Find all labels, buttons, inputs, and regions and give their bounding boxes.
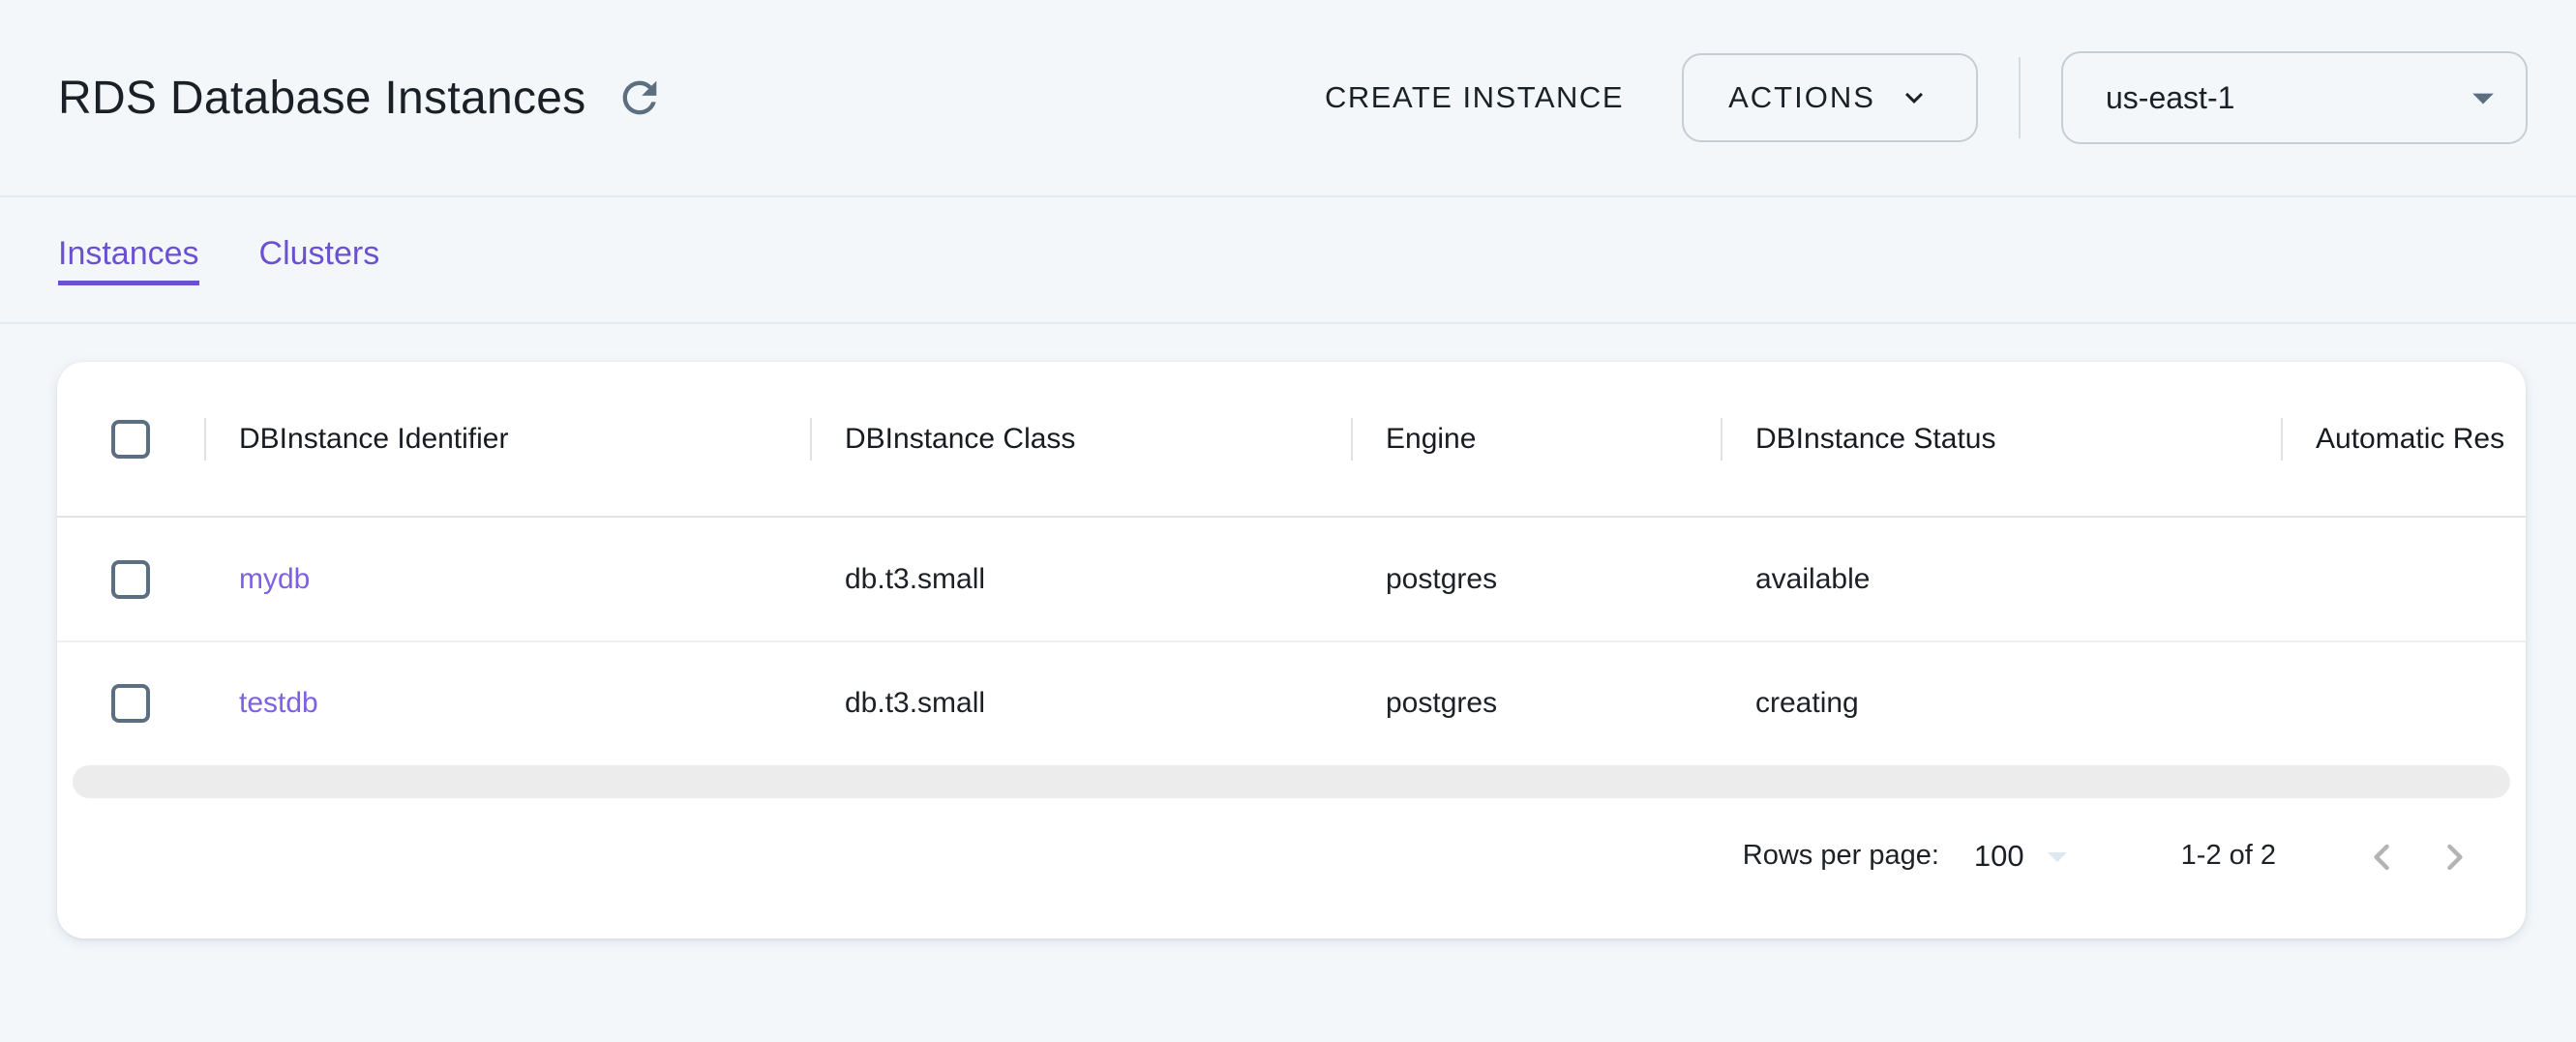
cell-dbinstance-class: db.t3.small <box>810 563 1351 596</box>
row-select-cell <box>57 684 204 723</box>
app-header: RDS Database Instances CREATE INSTANCE A… <box>0 0 2576 197</box>
table-row: testdb db.t3.small postgres creating <box>57 640 2526 763</box>
chevron-down-icon <box>1897 80 1932 115</box>
row-checkbox[interactable] <box>111 560 150 599</box>
pagination-range-label: 1-2 of 2 <box>2181 840 2276 872</box>
column-header-engine[interactable]: Engine <box>1351 418 1721 461</box>
column-separator <box>1351 418 1353 461</box>
region-select[interactable]: us-east-1 <box>2061 51 2528 144</box>
chevron-right-icon <box>2433 835 2475 878</box>
table-row: mydb db.t3.small postgres available <box>57 518 2526 640</box>
rows-per-page-label: Rows per page: <box>1743 840 1939 872</box>
page-title: RDS Database Instances <box>58 72 586 125</box>
rds-page: RDS Database Instances CREATE INSTANCE A… <box>0 0 2576 1042</box>
table-header-row: DBInstance Identifier DBInstance Class E… <box>57 362 2526 518</box>
cell-dbinstance-status: creating <box>1721 687 2281 720</box>
column-header-dbinstance-class[interactable]: DBInstance Class <box>810 418 1351 461</box>
pagination-nav <box>2359 833 2477 879</box>
select-all-cell <box>57 420 204 459</box>
tab-clusters[interactable]: Clusters <box>259 235 380 285</box>
cell-dbinstance-identifier[interactable]: testdb <box>204 687 810 720</box>
row-select-cell <box>57 560 204 599</box>
actions-button[interactable]: ACTIONS <box>1682 53 1978 142</box>
header-divider <box>2019 57 2021 138</box>
select-all-checkbox[interactable] <box>111 420 150 459</box>
column-separator <box>1721 418 1722 461</box>
column-separator <box>2281 418 2283 461</box>
row-checkbox[interactable] <box>111 684 150 723</box>
cell-dbinstance-identifier[interactable]: mydb <box>204 563 810 596</box>
chevron-left-icon <box>2361 835 2404 878</box>
refresh-button[interactable] <box>612 70 668 126</box>
actions-button-label: ACTIONS <box>1728 80 1875 115</box>
pagination-bar: Rows per page: 100 1-2 of 2 <box>57 798 2526 938</box>
arrow-drop-down-icon <box>2034 833 2081 879</box>
refresh-icon <box>614 73 665 123</box>
content-area: DBInstance Identifier DBInstance Class E… <box>0 324 2576 1042</box>
cell-engine: postgres <box>1351 687 1721 720</box>
column-separator <box>810 418 812 461</box>
cell-dbinstance-status: available <box>1721 563 2281 596</box>
tab-instances[interactable]: Instances <box>58 235 199 285</box>
column-header-automatic-res[interactable]: Automatic Res <box>2281 418 2526 461</box>
rows-per-page-value: 100 <box>1974 839 2024 874</box>
previous-page-button[interactable] <box>2359 833 2406 879</box>
instances-table-card: DBInstance Identifier DBInstance Class E… <box>57 362 2526 938</box>
column-header-dbinstance-identifier[interactable]: DBInstance Identifier <box>204 418 810 461</box>
arrow-drop-down-icon <box>2458 73 2508 123</box>
horizontal-scrollbar[interactable] <box>73 765 2510 798</box>
cell-dbinstance-class: db.t3.small <box>810 687 1351 720</box>
next-page-button[interactable] <box>2431 833 2477 879</box>
column-header-dbinstance-status[interactable]: DBInstance Status <box>1721 418 2281 461</box>
cell-engine: postgres <box>1351 563 1721 596</box>
region-select-value: us-east-1 <box>2106 80 2458 116</box>
create-instance-button[interactable]: CREATE INSTANCE <box>1325 80 1624 115</box>
column-separator <box>204 418 206 461</box>
rows-per-page-select[interactable]: 100 <box>1974 833 2081 879</box>
tab-bar: Instances Clusters <box>0 197 2576 324</box>
